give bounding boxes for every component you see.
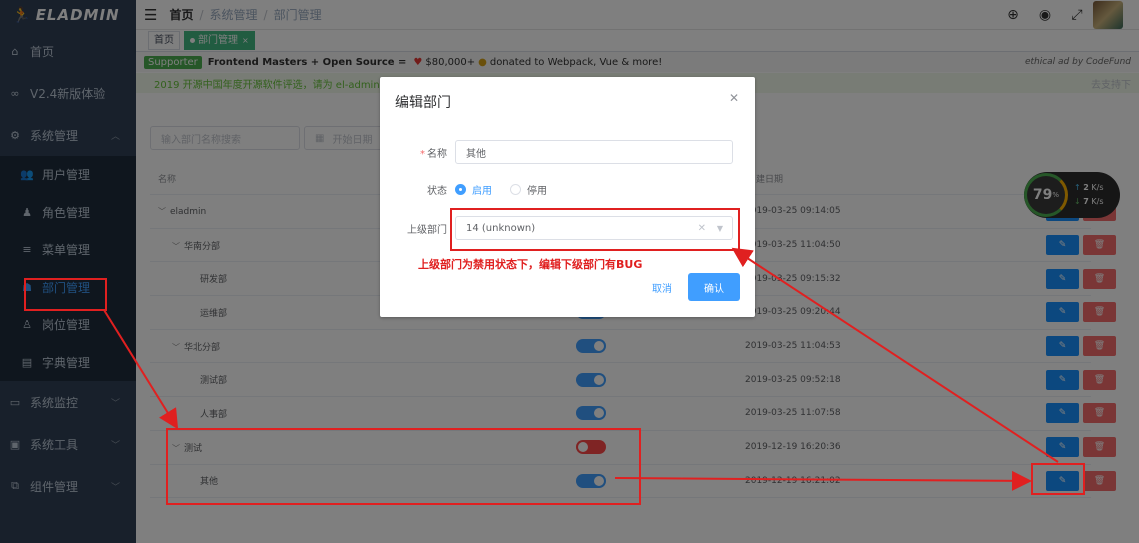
- status-radio-enabled[interactable]: 启用: [455, 182, 492, 197]
- cancel-button[interactable]: 取消: [652, 280, 672, 295]
- annotation-box-rows: [166, 428, 641, 505]
- dialog-title: 编辑部门: [395, 95, 451, 111]
- radio-label: 停用: [527, 186, 547, 197]
- annotation-box-parent-select: [450, 208, 740, 251]
- dept-name-input[interactable]: 其他: [455, 140, 733, 164]
- bug-annotation-text: 上级部门为禁用状态下，编辑下级部门有BUG: [418, 258, 643, 271]
- name-label-text: 名称: [427, 148, 447, 160]
- name-label: * 名称: [380, 145, 447, 160]
- edit-dept-dialog: 编辑部门 ✕ * 名称 其他 状态 启用 停用 上级部门 14 (unknown)…: [380, 77, 755, 317]
- radio-label: 启用: [472, 186, 492, 197]
- annotation-box-dept-menu: [24, 278, 107, 311]
- status-label: 状态: [427, 186, 447, 197]
- parent-label: 上级部门: [407, 224, 447, 236]
- confirm-button[interactable]: 确认: [688, 273, 740, 301]
- radio-unchecked-icon: [510, 184, 521, 195]
- radio-checked-icon: [455, 184, 466, 195]
- dept-name-value: 其他: [466, 148, 486, 160]
- form-row-name: * 名称 其他: [380, 140, 733, 164]
- required-mark: *: [420, 148, 425, 160]
- form-row-status: 状态 启用 停用: [380, 182, 565, 197]
- close-icon[interactable]: ✕: [729, 91, 739, 105]
- annotation-box-edit-button: [1031, 463, 1085, 495]
- status-radio-disabled[interactable]: 停用: [510, 182, 547, 197]
